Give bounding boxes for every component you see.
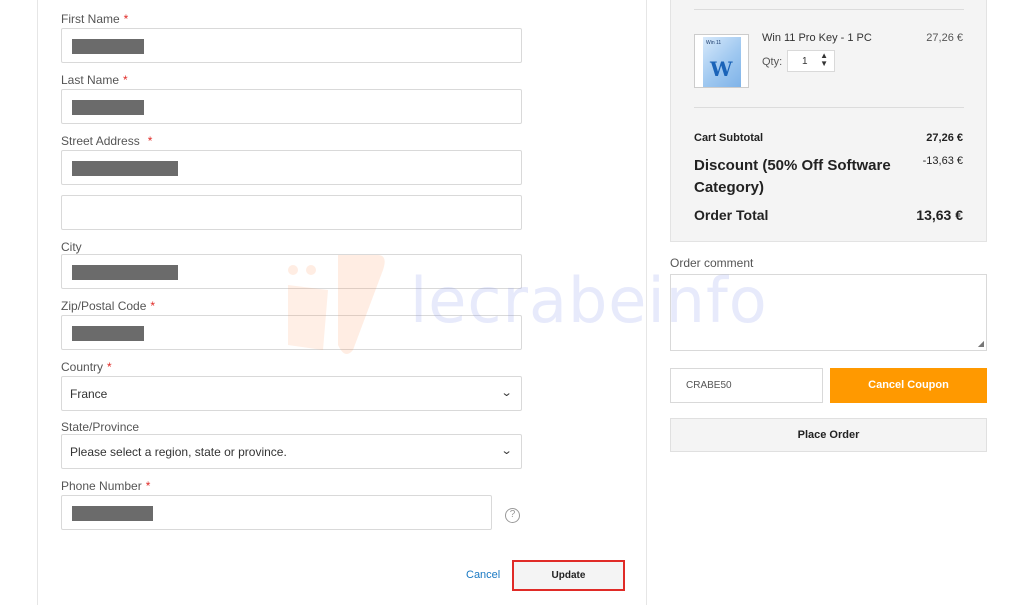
update-button[interactable]: Update xyxy=(512,560,625,591)
subtotal-label: Cart Subtotal xyxy=(694,132,764,144)
state-placeholder: Please select a region, state or provinc… xyxy=(70,445,287,459)
cancel-coupon-button[interactable]: Cancel Coupon xyxy=(830,368,987,403)
resize-handle-icon[interactable]: ◢ xyxy=(978,339,984,348)
summary-divider xyxy=(694,107,964,108)
country-value: France xyxy=(70,387,108,401)
place-order-button[interactable]: Place Order xyxy=(670,418,987,452)
city-field[interactable] xyxy=(61,254,522,289)
product-box-image: Win 11 W xyxy=(703,37,741,87)
chevron-down-icon: ⌄ xyxy=(500,387,513,399)
last-name-field[interactable] xyxy=(61,89,522,124)
city-label: City xyxy=(61,240,82,254)
product-name[interactable]: Win 11 Pro Key - 1 PC xyxy=(762,32,872,44)
order-comment-field[interactable]: ◢ xyxy=(670,274,987,351)
phone-field[interactable] xyxy=(61,495,492,530)
redacted-value xyxy=(72,161,178,176)
order-summary: Win 11 W Win 11 Pro Key - 1 PC 27,26 € Q… xyxy=(670,0,987,242)
coupon-code-field[interactable]: CRABE50 xyxy=(670,368,823,403)
quantity-stepper[interactable]: 1 ▲ ▼ xyxy=(787,50,835,72)
redacted-value xyxy=(72,506,153,521)
chevron-down-icon: ⌄ xyxy=(500,445,513,457)
qty-label: Qty: xyxy=(762,56,783,68)
cancel-link[interactable]: Cancel xyxy=(466,569,500,581)
thumb-title: Win 11 xyxy=(706,40,722,46)
street-address-line1-field[interactable] xyxy=(61,150,522,185)
state-label: State/Province xyxy=(61,420,140,434)
country-select[interactable]: France ⌄ xyxy=(61,376,522,411)
discount-label: Discount (50% Off Software Category) xyxy=(694,157,891,196)
last-name-label: Last Name * xyxy=(61,73,128,87)
order-total-label: Order Total xyxy=(694,207,769,223)
subtotal-value: 27,26 € xyxy=(926,132,963,144)
order-total-value: 13,63 € xyxy=(916,207,963,223)
question-circle-icon[interactable]: ? xyxy=(505,508,520,523)
redacted-value xyxy=(72,100,144,115)
first-name-field[interactable] xyxy=(61,28,522,63)
country-label: Country * xyxy=(61,360,112,374)
redacted-value xyxy=(72,39,144,54)
redacted-value xyxy=(72,326,144,341)
redacted-value xyxy=(72,265,178,280)
first-name-label: First Name * xyxy=(61,12,129,26)
order-comment-label: Order comment xyxy=(670,256,754,270)
windows-logo-icon: W xyxy=(710,57,733,81)
state-select[interactable]: Please select a region, state or provinc… xyxy=(61,434,522,469)
zip-label: Zip/Postal Code * xyxy=(61,299,156,313)
street-address-line2-field[interactable] xyxy=(61,195,522,230)
product-price: 27,26 € xyxy=(926,32,963,44)
street-address-label: Street Address * xyxy=(61,134,153,148)
summary-divider xyxy=(694,9,964,10)
zip-field[interactable] xyxy=(61,315,522,350)
spinner-arrows-icon[interactable]: ▲ ▼ xyxy=(820,52,828,68)
phone-label: Phone Number * xyxy=(61,479,151,493)
column-divider xyxy=(646,0,647,605)
left-divider xyxy=(37,0,38,605)
discount-value: -13,63 € xyxy=(922,155,963,167)
product-thumbnail[interactable]: Win 11 W xyxy=(694,34,749,88)
qty-value: 1 xyxy=(802,56,808,67)
